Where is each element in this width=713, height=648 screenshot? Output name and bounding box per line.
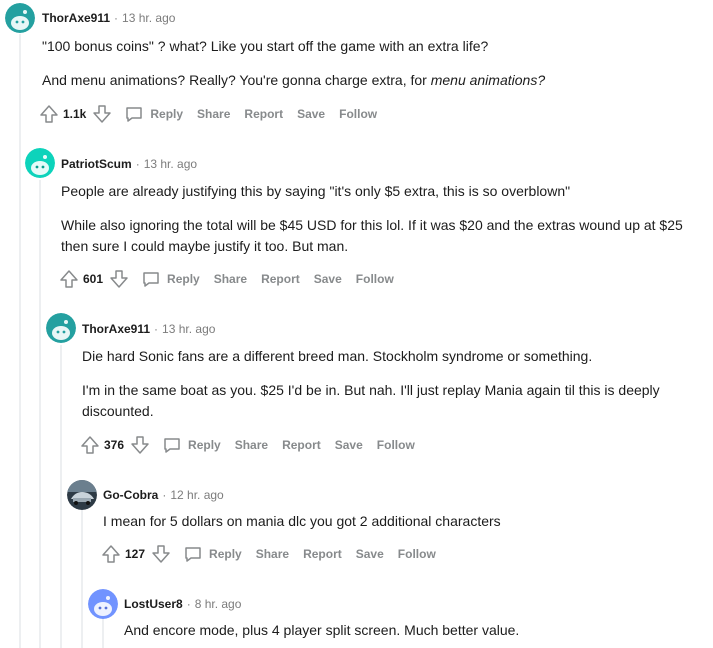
share-button[interactable]: Share: [256, 547, 289, 561]
vote-control: 127: [101, 544, 171, 564]
snoo-avatar-icon: [88, 589, 118, 619]
comment-paragraph: And menu animations? Really? You're gonn…: [42, 70, 702, 91]
downvote-icon[interactable]: [109, 269, 129, 289]
timestamp[interactable]: 13 hr. ago: [162, 322, 215, 336]
comment-meta: PatriotScum · 13 hr. ago: [61, 157, 198, 171]
upvote-icon[interactable]: [59, 269, 79, 289]
vote-score: 1.1k: [63, 107, 87, 121]
author-name[interactable]: ThorAxe911: [82, 322, 150, 336]
comment-meta: ThorAxe911 · 13 hr. ago: [82, 322, 216, 336]
save-button[interactable]: Save: [356, 547, 384, 561]
downvote-icon[interactable]: [130, 435, 150, 455]
timestamp[interactable]: 8 hr. ago: [195, 597, 242, 611]
follow-button[interactable]: Follow: [377, 438, 415, 452]
author-name[interactable]: ThorAxe911: [42, 11, 110, 25]
upvote-icon[interactable]: [101, 544, 121, 564]
comment-paragraph: While also ignoring the total will be $4…: [61, 217, 683, 254]
thread-line[interactable]: [60, 345, 62, 648]
reply-label: Reply: [209, 547, 242, 561]
comment-body: "100 bonus coins" ? what? Like you start…: [42, 36, 702, 91]
reply-label: Reply: [188, 438, 221, 452]
emphasis-text: menu animations?: [430, 72, 546, 88]
snoo-avatar-icon: [25, 148, 55, 178]
comment-paragraph: People are already justifying this by sa…: [61, 183, 571, 199]
avatar[interactable]: [67, 480, 97, 510]
comment-icon: [164, 438, 180, 453]
comment-icon: [185, 547, 201, 562]
report-button[interactable]: Report: [282, 438, 321, 452]
comment-meta: Go-Cobra · 12 hr. ago: [103, 488, 224, 502]
timestamp[interactable]: 13 hr. ago: [144, 157, 197, 171]
comment-actions: 127 Reply Share Report Save Follow: [101, 542, 436, 566]
comment-text: And menu animations? Really? You're gonn…: [42, 72, 431, 88]
timestamp[interactable]: 12 hr. ago: [170, 488, 223, 502]
save-button[interactable]: Save: [314, 272, 342, 286]
comment-actions: 1.1k Reply Share Report Save Follow: [39, 102, 377, 126]
upvote-icon[interactable]: [80, 435, 100, 455]
comment-body: And encore mode, plus 4 player split scr…: [124, 620, 704, 641]
downvote-icon[interactable]: [151, 544, 171, 564]
report-button[interactable]: Report: [244, 107, 283, 121]
snoo-avatar-icon: [46, 313, 76, 343]
vote-control: 376: [80, 435, 150, 455]
follow-button[interactable]: Follow: [398, 547, 436, 561]
reply-button[interactable]: Reply: [162, 435, 221, 455]
comment-paragraph: I mean for 5 dollars on mania dlc you go…: [103, 513, 501, 529]
car-avatar-icon: [67, 480, 97, 510]
avatar[interactable]: [88, 589, 118, 619]
reply-button[interactable]: Reply: [183, 544, 242, 564]
report-button[interactable]: Report: [303, 547, 342, 561]
save-button[interactable]: Save: [297, 107, 325, 121]
reply-button[interactable]: Reply: [124, 104, 183, 124]
timestamp[interactable]: 13 hr. ago: [122, 11, 175, 25]
share-button[interactable]: Share: [197, 107, 230, 121]
comment-actions: 376 Reply Share Report Save Follow: [80, 433, 415, 457]
vote-score: 601: [83, 272, 104, 286]
thread-line[interactable]: [39, 180, 41, 648]
vote-control: 1.1k: [39, 104, 112, 124]
comment-actions: 601 Reply Share Report Save Follow: [59, 267, 394, 291]
downvote-icon[interactable]: [92, 104, 112, 124]
vote-control: 601: [59, 269, 129, 289]
share-button[interactable]: Share: [214, 272, 247, 286]
comment-meta: ThorAxe911 · 13 hr. ago: [42, 11, 176, 25]
follow-button[interactable]: Follow: [356, 272, 394, 286]
author-name[interactable]: Go-Cobra: [103, 488, 158, 502]
avatar[interactable]: [46, 313, 76, 343]
thread-line[interactable]: [81, 510, 83, 648]
reply-label: Reply: [150, 107, 184, 121]
comment-paragraph: I'm in the same boat as you. $25 I'd be …: [82, 382, 660, 419]
comment-meta: LostUser8 · 8 hr. ago: [124, 597, 242, 611]
author-name[interactable]: LostUser8: [124, 597, 183, 611]
comment-paragraph: "100 bonus coins" ? what? Like you start…: [42, 38, 489, 54]
comment-icon: [126, 107, 143, 122]
save-button[interactable]: Save: [335, 438, 363, 452]
comment-body: Die hard Sonic fans are a different bree…: [82, 346, 706, 422]
snoo-avatar-icon: [5, 3, 35, 33]
comment-body: People are already justifying this by sa…: [61, 181, 706, 257]
vote-score: 127: [125, 547, 146, 561]
avatar[interactable]: [5, 3, 35, 33]
avatar[interactable]: [25, 148, 55, 178]
report-button[interactable]: Report: [261, 272, 300, 286]
follow-button[interactable]: Follow: [339, 107, 377, 121]
thread-line[interactable]: [102, 618, 104, 648]
vote-score: 376: [104, 438, 125, 452]
comment-paragraph: And encore mode, plus 4 player split scr…: [124, 622, 520, 638]
reply-label: Reply: [167, 272, 200, 286]
author-name[interactable]: PatriotScum: [61, 157, 132, 171]
upvote-icon[interactable]: [39, 104, 59, 124]
comment-paragraph: Die hard Sonic fans are a different bree…: [82, 348, 593, 364]
comment-body: I mean for 5 dollars on mania dlc you go…: [103, 511, 703, 532]
comment-icon: [143, 272, 159, 287]
reply-button[interactable]: Reply: [141, 269, 200, 289]
thread-line[interactable]: [19, 34, 21, 648]
share-button[interactable]: Share: [235, 438, 268, 452]
